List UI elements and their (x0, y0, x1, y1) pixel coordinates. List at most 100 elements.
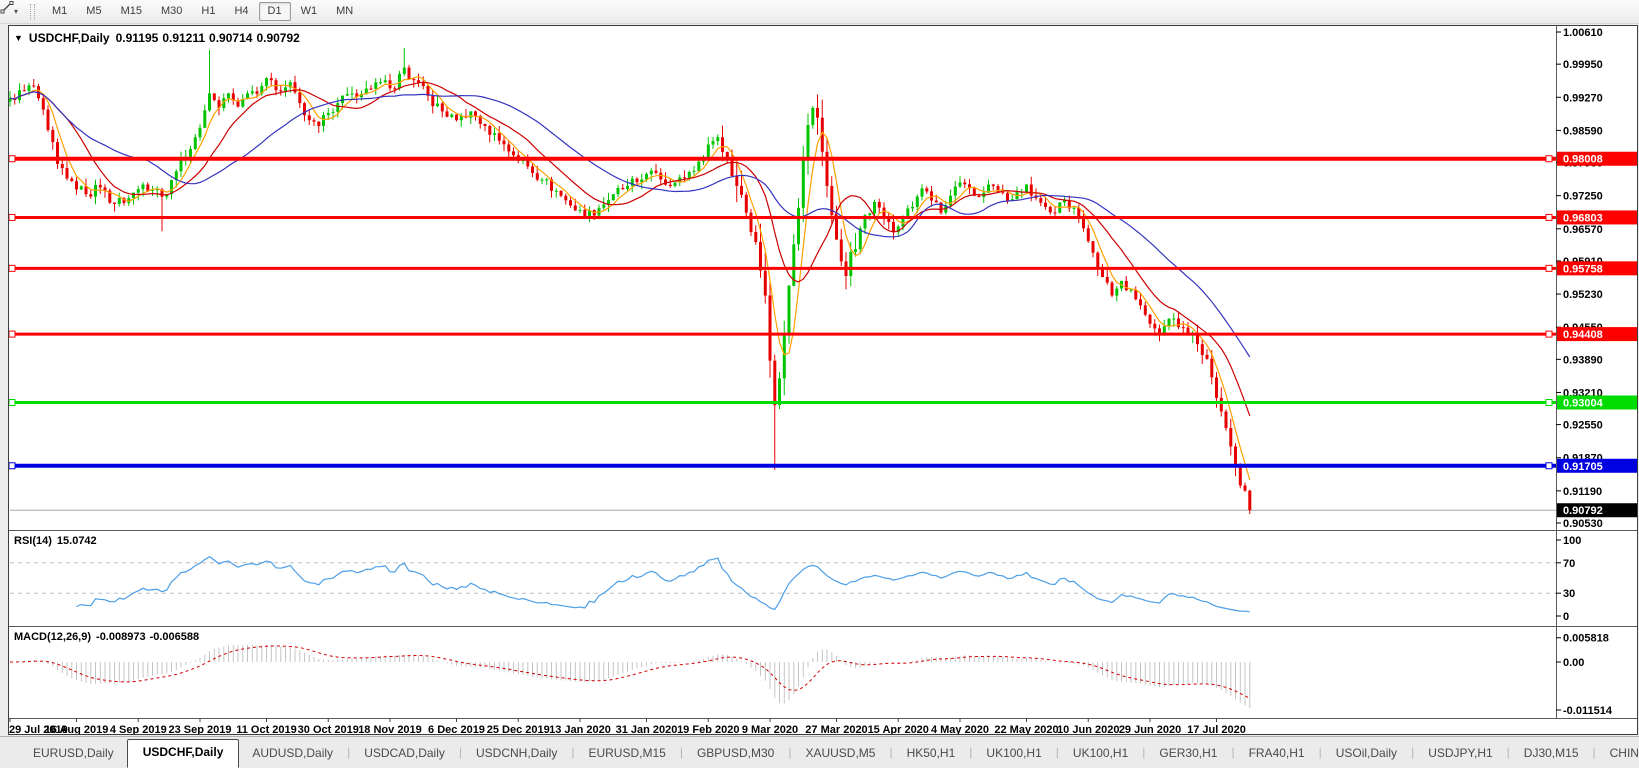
price-line-tag: 0.98008 (1557, 152, 1637, 166)
rsi-label: RSI(14) (14, 535, 52, 547)
horizontal-line-0.96803[interactable] (9, 214, 1556, 220)
price-axis-tick: 0.90530 (1563, 518, 1603, 530)
horizontal-line-0.95758[interactable] (9, 265, 1556, 271)
chart-tab-fra40-h1[interactable]: FRA40,H1 (1236, 741, 1318, 767)
date-axis-tick: 16 Aug 2019 (45, 724, 109, 734)
date-axis-tick: 11 Oct 2019 (236, 724, 297, 734)
chart-tab-usdcad-daily[interactable]: USDCAD,Daily (351, 741, 458, 767)
chart-window: 1.006100.999500.992700.985900.979300.972… (8, 25, 1638, 735)
date-axis-tick: 31 Jan 2020 (616, 724, 678, 734)
price-axis-tick: 0.96570 (1563, 224, 1603, 236)
price-axis-tick: 0.98590 (1563, 125, 1603, 137)
horizontal-line-0.98008[interactable] (9, 156, 1556, 162)
ohlc-high: 0.91211 (162, 31, 205, 45)
caret-down-icon: ▾ (14, 8, 18, 16)
moving-average-line-30 (10, 92, 1250, 357)
toolbar-grip (30, 4, 35, 20)
price-axis-tick: 0.91190 (1563, 486, 1602, 498)
chart-tab-china300-h4[interactable]: CHINA300,H4 (1597, 741, 1639, 767)
timeframe-button-h4[interactable]: H4 (225, 2, 257, 21)
horizontal-line-0.91705[interactable] (9, 463, 1556, 469)
chart-tab-audusd-daily[interactable]: AUDUSD,Daily (239, 741, 346, 767)
timeframe-button-d1[interactable]: D1 (259, 2, 291, 21)
date-axis-tick: 13 Jan 2020 (549, 724, 611, 734)
macd-signal-line (10, 646, 1250, 698)
chart-tab-ger30-h1[interactable]: GER30,H1 (1146, 741, 1230, 767)
svg-text:0.91705: 0.91705 (1563, 461, 1603, 473)
date-axis-tick: 18 Nov 2019 (358, 724, 422, 734)
chart-tab-eurusd-m15[interactable]: EURUSD,M15 (575, 741, 678, 767)
date-axis-tick: 4 Sep 2019 (110, 724, 167, 734)
rsi-pane: 100 70 30 0 (10, 535, 1581, 623)
rsi-line (77, 557, 1250, 612)
chart-tab-usdcnh-daily[interactable]: USDCNH,Daily (463, 741, 570, 767)
price-axis: 1.006100.999500.992700.985900.979300.972… (1556, 27, 1603, 530)
timeframe-button-m5[interactable]: M5 (77, 2, 110, 21)
timeframe-button-mn[interactable]: MN (327, 2, 362, 21)
price-line-tag: 0.94408 (1557, 327, 1637, 341)
chart-tab-gbpusd-m30[interactable]: GBPUSD,M30 (684, 741, 787, 767)
rsi-axis-tick: 30 (1563, 588, 1575, 600)
rsi-pane-title: RSI(14) 15.0742 (14, 535, 97, 547)
timeframe-button-m15[interactable]: M15 (112, 2, 151, 21)
price-axis-tick: 0.97250 (1563, 191, 1603, 203)
price-axis-tick: 0.99950 (1563, 59, 1603, 71)
date-axis-tick: 29 Jun 2020 (1119, 724, 1181, 734)
date-axis-tick: 30 Oct 2019 (298, 724, 359, 734)
macd-axis-tick: 0.00 (1563, 657, 1584, 669)
timeframe-button-w1[interactable]: W1 (292, 2, 327, 21)
date-axis-tick: 17 Jul 2020 (1187, 724, 1246, 734)
timeframe-button-h1[interactable]: H1 (192, 2, 224, 21)
chart-tab-bar: EURUSD,DailyUSDCHF,DailyAUDUSD,Daily|USD… (0, 736, 1639, 767)
cursor-tool-button[interactable]: ▾ (5, 5, 24, 19)
chart-title: ▼ USDCHF,Daily 0.91195 0.91211 0.90714 0… (14, 31, 300, 45)
price-axis-tick: 0.92550 (1563, 420, 1603, 432)
date-axis-tick: 9 Mar 2020 (742, 724, 798, 734)
timeframe-button-m1[interactable]: M1 (43, 2, 76, 21)
chart-tab-eurusd-daily[interactable]: EURUSD,Daily (20, 741, 127, 767)
date-axis-tick: 27 Mar 2020 (805, 724, 867, 734)
rsi-axis-tick: 100 (1563, 535, 1581, 547)
symbol-period-label: USDCHF,Daily (29, 31, 110, 45)
ohlc-low: 0.90714 (209, 31, 252, 45)
chart-tab-usoil-daily[interactable]: USOil,Daily (1323, 741, 1410, 767)
price-axis-tick: 0.93890 (1563, 354, 1603, 366)
svg-text:0.95758: 0.95758 (1563, 263, 1603, 275)
macd-axis-tick: -0.011514 (1563, 705, 1613, 717)
date-axis-tick: 19 Feb 2020 (677, 724, 739, 734)
chart-tab-dj30-m15[interactable]: DJ30,M15 (1511, 741, 1592, 767)
chart-tab-hk50-h1[interactable]: HK50,H1 (894, 741, 969, 767)
candlesticks (9, 48, 1251, 514)
chart-canvas[interactable]: 1.006100.999500.992700.985900.979300.972… (9, 26, 1637, 734)
price-line-tag: 0.95758 (1557, 261, 1637, 275)
price-line-tag: 0.93004 (1557, 395, 1637, 409)
rsi-value: 15.0742 (57, 535, 97, 547)
chart-tab-xauusd-m5[interactable]: XAUUSD,M5 (792, 741, 888, 767)
date-axis-tick: 22 May 2020 (994, 724, 1058, 734)
macd-value: -0.008973 (96, 631, 146, 643)
timeframe-button-group: M1M5M15M30H1H4D1W1MN (43, 2, 362, 21)
rsi-axis-tick: 70 (1563, 558, 1575, 570)
price-line-tag: 0.91705 (1557, 459, 1637, 473)
macd-pane: 0.0058180.00-0.011514 (10, 633, 1613, 717)
macd-histogram (10, 645, 1250, 709)
price-axis-tick: 0.99270 (1563, 92, 1603, 104)
chart-tab-usdchf-daily[interactable]: USDCHF,Daily (127, 739, 240, 768)
price-axis-tick: 0.95230 (1563, 289, 1603, 301)
chart-tab-usdjpy-h1[interactable]: USDJPY,H1 (1415, 741, 1505, 767)
horizontal-line-0.93004[interactable] (9, 399, 1556, 405)
date-axis-tick: 10 Jun 2020 (1057, 724, 1119, 734)
macd-label: MACD(12,26,9) (14, 631, 91, 643)
macd-pane-title: MACD(12,26,9) -0.008973 -0.006588 (14, 631, 199, 643)
symbol-dropdown-icon[interactable]: ▼ (14, 33, 23, 43)
svg-text:0.96803: 0.96803 (1563, 212, 1603, 224)
horizontal-line-0.94408[interactable] (9, 331, 1556, 337)
ohlc-close: 0.90792 (256, 31, 299, 45)
date-axis-tick: 25 Dec 2019 (487, 724, 550, 734)
date-axis-tick: 15 Apr 2020 (868, 724, 929, 734)
chart-tab-uk100-h1[interactable]: UK100,H1 (1060, 741, 1141, 767)
current-price-tag: 0.90792 (1557, 503, 1637, 517)
timeframe-button-m30[interactable]: M30 (152, 2, 191, 21)
rsi-axis-tick: 0 (1563, 611, 1569, 623)
chart-tab-uk100-h1[interactable]: UK100,H1 (973, 741, 1054, 767)
